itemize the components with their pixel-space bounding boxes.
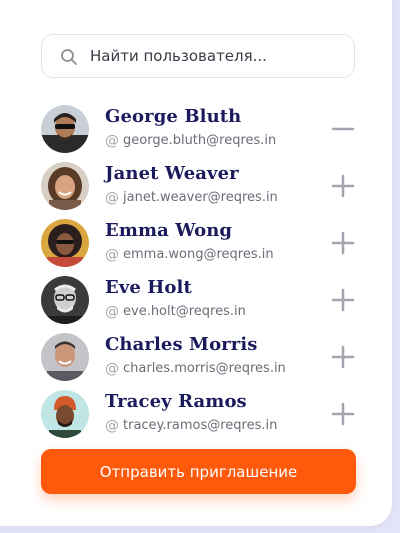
email-line: @ emma.wong@reqres.in — [105, 247, 274, 263]
add-user-button[interactable] — [331, 402, 355, 426]
user-email: emma.wong@reqres.in — [123, 247, 274, 262]
add-user-button[interactable] — [331, 174, 355, 198]
user-name: Eve Holt — [105, 277, 192, 298]
invite-card: George Bluth @ george.bluth@reqres.in — [0, 0, 392, 526]
email-line: @ tracey.ramos@reqres.in — [105, 418, 277, 434]
email-line: @ eve.holt@reqres.in — [105, 304, 246, 320]
user-row: Eve Holt @ eve.holt@reqres.in — [0, 271, 392, 328]
user-email: george.bluth@reqres.in — [123, 133, 277, 148]
user-email: janet.weaver@reqres.in — [123, 190, 278, 205]
email-line: @ charles.morris@reqres.in — [105, 361, 286, 377]
at-icon: @ — [105, 304, 119, 320]
at-icon: @ — [105, 418, 119, 434]
at-icon: @ — [105, 361, 119, 377]
user-row: George Bluth @ george.bluth@reqres.in — [0, 100, 392, 157]
search-input[interactable] — [90, 35, 340, 77]
email-line: @ george.bluth@reqres.in — [105, 133, 276, 149]
user-row: Charles Morris @ charles.morris@reqres.i… — [0, 328, 392, 385]
avatar — [41, 162, 89, 210]
search-icon — [61, 49, 77, 65]
user-name: George Bluth — [105, 106, 242, 127]
user-name: Charles Morris — [105, 334, 258, 355]
user-email: eve.holt@reqres.in — [123, 304, 246, 319]
remove-user-button[interactable] — [331, 117, 355, 141]
avatar — [41, 276, 89, 324]
add-user-button[interactable] — [331, 231, 355, 255]
add-user-button[interactable] — [331, 345, 355, 369]
email-line: @ janet.weaver@reqres.in — [105, 190, 278, 206]
at-icon: @ — [105, 247, 119, 263]
user-row: Tracey Ramos @ tracey.ramos@reqres.in — [0, 385, 392, 442]
send-invitation-button[interactable]: Отправить приглашение — [41, 449, 356, 494]
avatar — [41, 333, 89, 381]
add-user-button[interactable] — [331, 288, 355, 312]
user-email: charles.morris@reqres.in — [123, 361, 286, 376]
avatar — [41, 390, 89, 438]
avatar — [41, 105, 89, 153]
user-name: Janet Weaver — [105, 163, 239, 184]
at-icon: @ — [105, 133, 119, 149]
user-email: tracey.ramos@reqres.in — [123, 418, 278, 433]
at-icon: @ — [105, 190, 119, 206]
user-name: Emma Wong — [105, 220, 233, 241]
user-name: Tracey Ramos — [105, 391, 247, 412]
user-row: Janet Weaver @ janet.weaver@reqres.in — [0, 157, 392, 214]
avatar — [41, 219, 89, 267]
search-box[interactable] — [41, 34, 355, 78]
user-row: Emma Wong @ emma.wong@reqres.in — [0, 214, 392, 271]
